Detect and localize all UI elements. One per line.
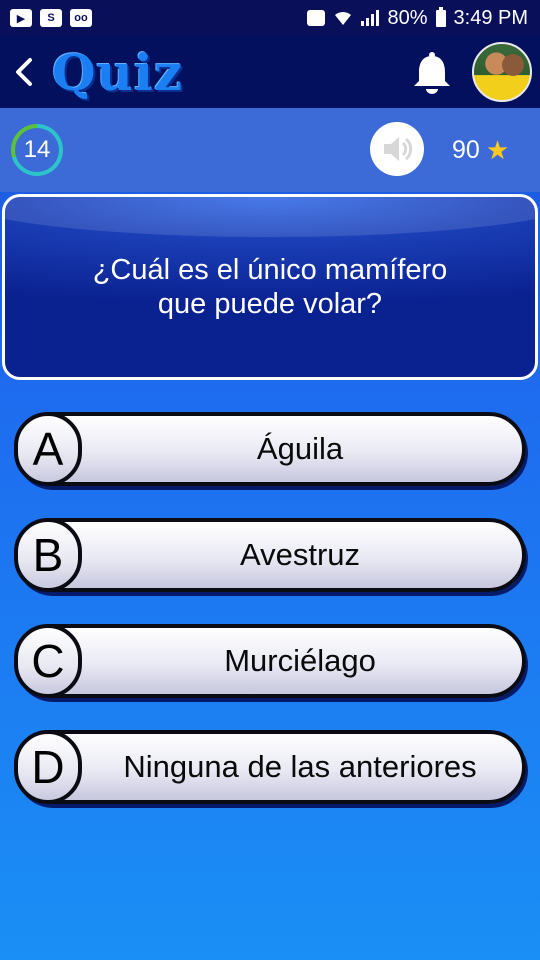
bell-icon xyxy=(414,52,450,94)
answer-option-d[interactable]: D Ninguna de las anteriores xyxy=(14,730,526,804)
answer-text: Águila xyxy=(256,431,344,466)
status-bar: ▶ S oo 80% 3:49 PM xyxy=(0,0,540,36)
answer-text: Avestruz xyxy=(239,537,361,572)
signal-icon xyxy=(361,10,380,26)
voicemail-icon: oo xyxy=(70,9,92,27)
answer-letter: C xyxy=(14,624,82,698)
youtube-icon: ▶ xyxy=(10,9,32,27)
answer-letter: B xyxy=(14,518,82,592)
skype-icon: S xyxy=(40,9,62,27)
status-time: 3:49 PM xyxy=(453,6,528,29)
star-icon: ★ xyxy=(485,135,510,165)
battery-percent: 80% xyxy=(387,6,428,29)
notification-button[interactable] xyxy=(408,48,456,96)
answer-text: Ninguna de las anteriores xyxy=(123,749,477,784)
timer-value: 14 xyxy=(15,128,59,172)
answer-letter: A xyxy=(14,412,82,486)
speaker-icon xyxy=(384,137,413,161)
page-title: Quiz xyxy=(52,42,184,102)
app-header: Quiz xyxy=(0,36,540,108)
cast-icon xyxy=(307,10,326,26)
answer-option-b[interactable]: B Avestruz xyxy=(14,518,526,592)
sound-toggle-button[interactable] xyxy=(370,122,424,176)
battery-icon xyxy=(435,6,446,27)
timer-ring: 14 xyxy=(11,124,63,176)
back-button[interactable] xyxy=(2,42,46,102)
score-value: 90 xyxy=(452,135,480,164)
question-text: ¿Cuál es el único mamífero que puede vol… xyxy=(50,253,490,321)
score-display: 90 ★ xyxy=(452,135,509,165)
wifi-icon xyxy=(335,11,352,25)
status-left: ▶ S oo xyxy=(10,9,92,27)
answer-text: Murciélago xyxy=(224,643,376,678)
answer-option-c[interactable]: C Murciélago xyxy=(14,624,526,698)
answer-letter: D xyxy=(14,730,82,804)
question-line-2: que puede volar? xyxy=(157,288,383,320)
avatar[interactable] xyxy=(472,42,532,102)
status-right: 80% 3:49 PM xyxy=(307,6,528,30)
question-line-1: ¿Cuál es el único mamífero xyxy=(92,254,448,286)
question-card: ¿Cuál es el único mamífero que puede vol… xyxy=(2,194,538,380)
chevron-left-icon xyxy=(16,58,32,86)
answer-option-a[interactable]: A Águila xyxy=(14,412,526,486)
